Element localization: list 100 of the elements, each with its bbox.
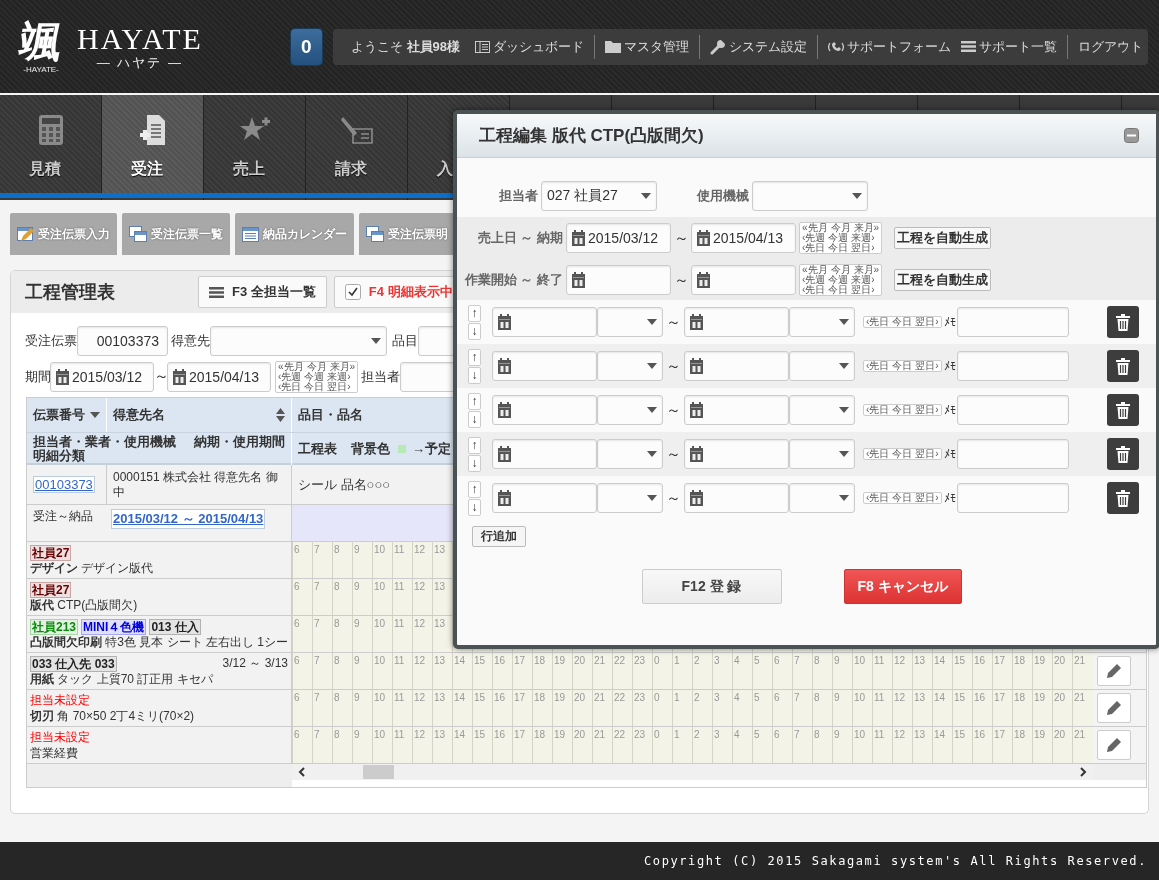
field-label: ﾒﾓ: [943, 403, 956, 417]
hour-cell: 16: [492, 727, 512, 763]
column-header: 担当者・業者・使用機械: [33, 435, 176, 449]
hour-cell: 1: [672, 727, 692, 763]
hour-cell: 14: [932, 653, 952, 689]
hour-cell: 16: [972, 690, 992, 726]
hour-cell: 13: [432, 616, 452, 652]
field-label: 期間: [25, 367, 50, 386]
hour-cell: 2: [692, 690, 712, 726]
hour-cell: 6: [772, 727, 792, 763]
hour-cell: 19: [552, 653, 572, 689]
hour-cell: 8: [812, 727, 832, 763]
hour-cell: 12: [892, 653, 912, 689]
panel-title: 工程管理表: [25, 281, 116, 304]
hour-cell: 19: [552, 727, 572, 763]
column-header: 明細分類: [33, 448, 85, 463]
hour-cell: 21: [592, 727, 612, 763]
assignee-status: 担当未設定: [30, 693, 90, 708]
hour-cell: 15: [472, 727, 492, 763]
hour-cell: 13: [912, 653, 932, 689]
hour-cell: 6: [772, 690, 792, 726]
hour-cell: 5: [752, 727, 772, 763]
hour-cell: 8: [332, 653, 352, 689]
hour-cell: 8: [812, 653, 832, 689]
field-label: 作業開始 ～ 終了: [463, 271, 564, 289]
field-label: 担当者: [498, 187, 539, 205]
hour-cell: 3: [712, 690, 732, 726]
hour-cell: 5: [752, 653, 772, 689]
hour-cell: 9: [352, 616, 372, 652]
hour-cell: 5: [752, 690, 772, 726]
hour-cell: 6: [292, 690, 312, 726]
range-separator: ～: [672, 228, 690, 248]
hour-cell: 12: [412, 690, 432, 726]
hour-cell: 23: [632, 690, 652, 726]
tag: MINI４色機: [81, 618, 147, 635]
hour-cell: 2: [692, 653, 712, 689]
hour-cell: 11: [392, 727, 412, 763]
column-header: 納期・使用期間: [194, 435, 285, 449]
hour-cell: 7: [792, 653, 812, 689]
hour-cell: 10: [852, 690, 872, 726]
hour-cell: 19: [1032, 690, 1052, 726]
hour-cell: 20: [572, 727, 592, 763]
hour-cell: 9: [832, 727, 852, 763]
hour-cell: 23: [632, 653, 652, 689]
hour-cell: 16: [972, 653, 992, 689]
hour-cell: 10: [852, 727, 872, 763]
detail-text: 用紙 タック 上質70 訂正用 キセパ: [30, 672, 214, 687]
field-label: 担当者: [361, 367, 401, 386]
field-label: 受注伝票: [25, 331, 77, 350]
detail-text: 切刃 角 70×50 2丁4ミリ(70×2): [30, 709, 196, 724]
hour-cell: 2: [692, 727, 712, 763]
hour-cell: 11: [872, 727, 892, 763]
hour-cell: 9: [832, 653, 852, 689]
hour-cell: 10: [372, 653, 392, 689]
range-separator: ～: [154, 367, 167, 386]
hour-cell: 15: [472, 653, 492, 689]
hour-cell: 7: [312, 616, 332, 652]
hour-cell: 20: [1052, 727, 1072, 763]
hour-cell: 16: [972, 727, 992, 763]
hour-cell: 6: [292, 579, 312, 615]
range-separator: ～: [665, 400, 682, 420]
hour-cell: 18: [532, 727, 552, 763]
hour-cell: 7: [312, 653, 332, 689]
hour-cell: 10: [372, 542, 392, 578]
hour-cell: 10: [372, 727, 392, 763]
hour-cell: 8: [332, 616, 352, 652]
hour-cell: 11: [392, 653, 412, 689]
legend-label: →予定: [412, 440, 451, 458]
hour-cell: 1: [672, 653, 692, 689]
hour-cell: 18: [1012, 653, 1032, 689]
hour-cell: 12: [412, 727, 432, 763]
hour-cell: 21: [1072, 727, 1092, 763]
hour-cell: 14: [452, 653, 472, 689]
welcome-text: ようこそ 社員98様: [350, 37, 460, 56]
tag: 社員213: [30, 618, 79, 635]
field-label: ﾒﾓ: [943, 359, 956, 373]
hour-cell: 6: [292, 727, 312, 763]
hour-cell: 20: [572, 690, 592, 726]
hour-cell: 10: [372, 579, 392, 615]
tag: 033 仕入先 033: [30, 655, 117, 672]
hour-cell: 18: [532, 653, 552, 689]
detail-text: 凸版間欠印刷 特3色 見本 シート 左右出し 1シー: [30, 635, 288, 650]
hour-cell: 15: [952, 653, 972, 689]
hour-cell: 20: [1052, 690, 1072, 726]
hour-cell: 9: [832, 690, 852, 726]
hour-cell: 6: [292, 542, 312, 578]
hour-cell: 20: [1052, 653, 1072, 689]
hour-cell: 6: [292, 653, 312, 689]
hour-cell: 7: [312, 690, 332, 726]
hour-cell: 12: [412, 616, 432, 652]
hour-cell: 14: [932, 690, 952, 726]
hour-cell: 0: [652, 653, 672, 689]
logo-tagline: -HAYATE-: [23, 65, 59, 74]
dialog-title: 工程編集 版代 CTP(凸版間欠): [479, 125, 704, 147]
app-reading: — ハヤテ —: [96, 54, 184, 71]
hour-cell: 9: [352, 542, 372, 578]
hour-cell: 11: [392, 579, 412, 615]
field-label: 売上日 ～ 納期: [476, 229, 564, 247]
hour-cell: 16: [492, 690, 512, 726]
hour-cell: 21: [1072, 690, 1092, 726]
